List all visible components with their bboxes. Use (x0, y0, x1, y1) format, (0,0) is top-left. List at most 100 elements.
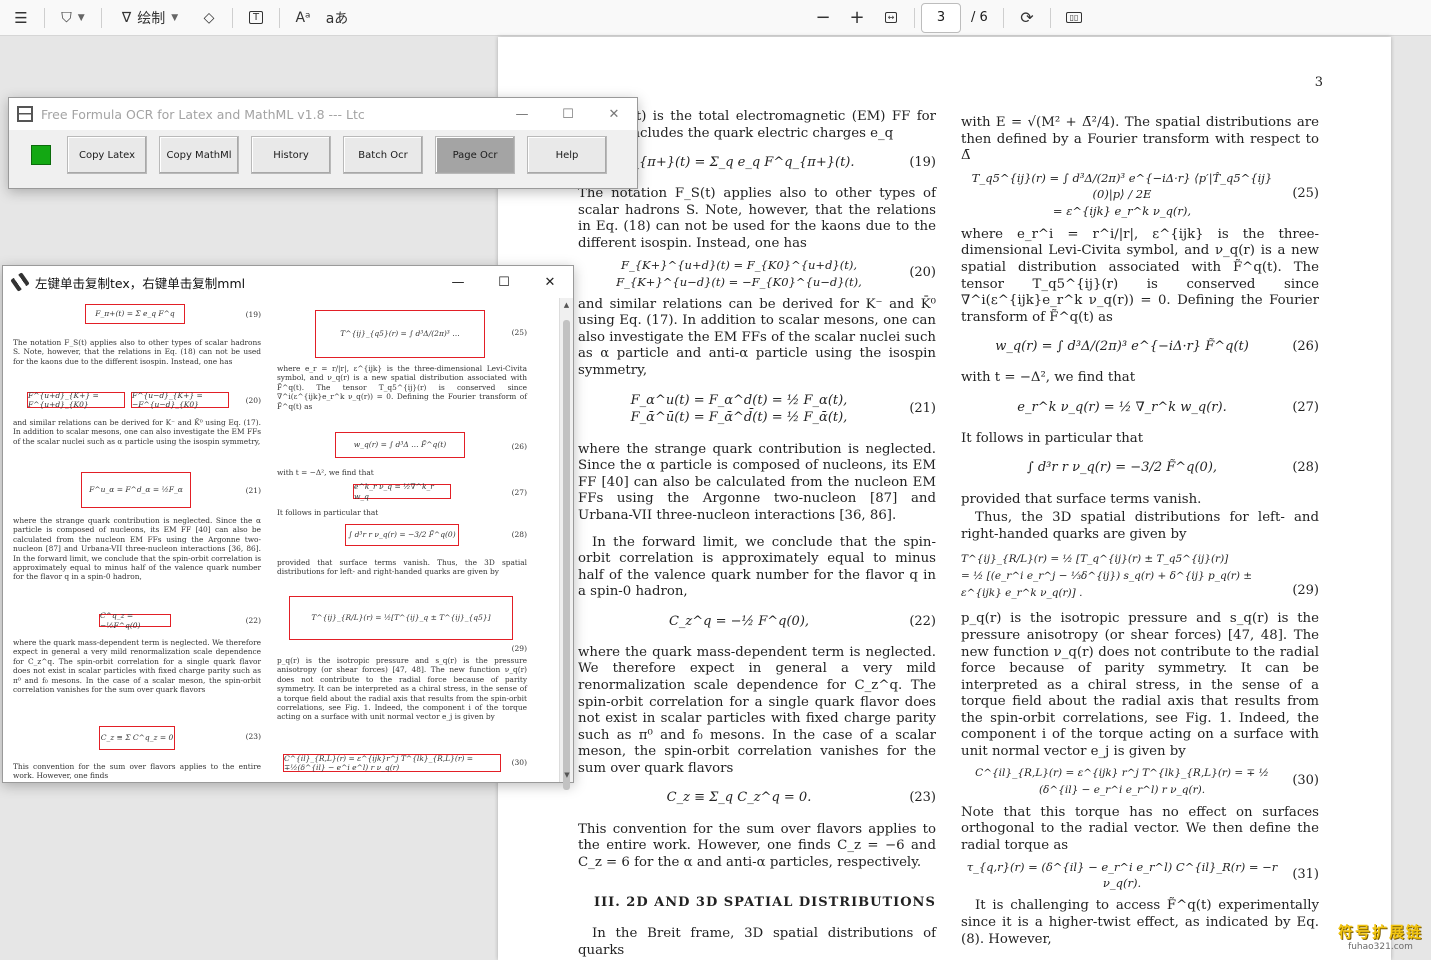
ocr-window-titlebar[interactable]: Free Formula OCR for Latex and MathML v1… (9, 98, 637, 130)
equation-number: (31) (1292, 867, 1319, 883)
equation-line: F_ᾱ^ū(t) = F_ᾱ^d̄(t) = ½ F_ᾱ(t), (630, 409, 848, 425)
zoom-in-button[interactable]: + (840, 4, 874, 32)
zoom-out-button[interactable]: − (806, 4, 840, 32)
app-icon (17, 106, 33, 122)
paragraph: Note that this torque has no effect on s… (961, 804, 1319, 853)
minus-icon: − (815, 7, 831, 28)
equation-28: ∫ d³r r ν_q(r) = −3/2 F̃^q(0), (28) (961, 458, 1319, 480)
color-swatch[interactable] (31, 145, 51, 165)
equation-number: (20) (909, 265, 936, 281)
draw-button[interactable]: ∇ 绘制 ▼ (108, 4, 192, 32)
formula-box[interactable]: ∫ d³r r ν_q(r) = −3/2 F̃^q(0) (345, 524, 459, 546)
preview-paragraph: p_q(r) is the isotropic pressure and s_q… (277, 656, 527, 722)
formula-box[interactable]: C^{il}_{R,L}(r) = ε^{ijk}r^j T^{lk}_{R,L… (283, 754, 501, 772)
highlight-button[interactable]: ⛉ ▼ (51, 4, 95, 32)
preview-paragraph: where e_r = r/|r|, ε^{ijk} is the three-… (277, 364, 527, 411)
help-button[interactable]: Help (527, 136, 607, 174)
equation-number: (22) (245, 616, 261, 625)
equation-line: = ½ [(e_r^i e_r^j − ⅓δ^{ij}) s_q(r) + δ^… (961, 570, 1253, 599)
page-total: / 6 (971, 10, 988, 25)
page-view-button[interactable]: ▯▯ (1057, 4, 1091, 32)
scroll-up-icon[interactable]: ▲ (560, 298, 573, 312)
formula-box[interactable]: F^u_α = F^d_α = ½F_α (81, 472, 191, 508)
page-right-column: with E = √(M² + Δ̄²/4). The spatial dist… (961, 115, 1319, 958)
close-button[interactable]: ✕ (527, 266, 573, 298)
equation-number: (23) (245, 732, 261, 741)
result-scrollbar[interactable]: ▲ ▼ (559, 298, 574, 790)
toolbar-divider (101, 7, 102, 28)
rotate-button[interactable]: ⟳ (1010, 4, 1044, 32)
eraser-button[interactable]: ◇ (192, 4, 226, 32)
minimize-button[interactable]: — (499, 98, 545, 130)
text-box-button[interactable]: T (239, 4, 273, 32)
equation-27: e_r^k ν_q(r) = ½ ∇_r^k w_q(r). (27) (961, 397, 1319, 419)
formula-box[interactable]: w_q(r) = ∫ d³Δ … F̃^q(t) (335, 432, 465, 458)
paragraph: where the strange quark contribution is … (578, 441, 936, 523)
equation-25: T_q5^{ij}(r) = ∫ d³Δ/(2π)³ e^{−iΔ·r} ⟨p′… (961, 171, 1319, 218)
close-icon: ✕ (544, 274, 556, 290)
formula-box[interactable]: F^{u−d}_{K+} = −F^{u−d}_{K0} (131, 391, 229, 409)
scroll-down-icon[interactable]: ▼ (560, 768, 574, 782)
formula-box[interactable]: T^{ij}_{R/L}(r) = ½[T^{ij}_q ± T^{ij}_{q… (289, 596, 513, 640)
formula-box[interactable]: e^k_r ν_q = ½∇^k_r w_q (353, 482, 451, 501)
page-number: 3 (1314, 75, 1323, 90)
equation-number: (21) (245, 486, 261, 495)
fit-width-icon: ↔ (884, 12, 898, 23)
formula-box[interactable]: C^q_z = −½F^q(0) (99, 611, 171, 630)
two-page-icon: ▯▯ (1065, 12, 1083, 23)
equation-number: (26) (1292, 339, 1319, 355)
page-ocr-button[interactable]: Page Ocr (435, 136, 515, 174)
history-button[interactable]: History (251, 136, 331, 174)
page-number-input[interactable]: 3 (921, 2, 961, 33)
chevron-down-icon: ▼ (171, 12, 179, 23)
fit-width-button[interactable]: ↔ (874, 4, 908, 32)
equation-number: (30) (1292, 773, 1319, 789)
copy-mathml-button[interactable]: Copy MathMl (159, 136, 239, 174)
preview-left-column: F_π+(t) = Σ e_q F^q (19) The notation F_… (13, 302, 261, 782)
draw-icon: ∇ (121, 9, 132, 26)
table-of-contents-button[interactable]: ☰ (4, 4, 38, 32)
maximize-button[interactable]: ☐ (545, 98, 591, 130)
ocr-app-window: Free Formula OCR for Latex and MathML v1… (8, 97, 638, 189)
maximize-button[interactable]: ☐ (481, 266, 527, 298)
translate-button[interactable]: aあ (320, 4, 354, 32)
maximize-icon: ☐ (562, 106, 574, 122)
copy-latex-button[interactable]: Copy Latex (67, 136, 147, 174)
equation-22: C_z^q = −½ F^q(0), (22) (578, 611, 936, 633)
read-aloud-icon: Aᵃ (295, 9, 311, 26)
scrollbar-thumb[interactable] (563, 320, 570, 790)
toolbar-divider (914, 7, 915, 28)
minimize-icon: — (451, 274, 465, 290)
formula-box[interactable]: C_z ≡ Σ C^q_z = 0 (99, 726, 175, 750)
paragraph: where e_r^i = r^i/|r|, ε^{ijk} is the th… (961, 226, 1319, 325)
preview-paragraph: where the quark mass-dependent term is n… (13, 638, 261, 695)
text-box-icon: T (248, 11, 264, 24)
equation-body: ∫ d³r r ν_q(r) = −3/2 F̃^q(0), (1026, 460, 1218, 476)
result-window-titlebar[interactable]: 左键单击复制tex，右键单击复制mml — ☐ ✕ (3, 266, 573, 298)
close-button[interactable]: ✕ (591, 98, 637, 130)
formula-box[interactable]: F^{u+d}_{K+} = F^{u+d}_{K0} (27, 391, 125, 409)
toolbar-divider (232, 7, 233, 28)
paragraph: In the forward limit, we conclude that t… (578, 534, 936, 600)
minimize-button[interactable]: — (435, 266, 481, 298)
equation-number: (29) (511, 644, 527, 653)
preview-paragraph: It follows in particular that (277, 508, 379, 517)
toolbar-divider (279, 7, 280, 28)
paragraph: and similar relations can be derived for… (578, 296, 936, 378)
formula-box[interactable]: T^{ij}_{q5}(r) = ∫ d³Δ/(2π)³ … (315, 310, 485, 358)
preview-paragraph: and similar relations can be derived for… (13, 418, 261, 446)
formula-box[interactable]: F_π+(t) = Σ e_q F^q (85, 304, 185, 324)
highlighter-icon: ⛉ (61, 9, 72, 26)
read-aloud-button[interactable]: Aᵃ (286, 4, 320, 32)
paragraph: It follows in particular that (961, 430, 1144, 446)
equation-number: (22) (909, 613, 936, 629)
paragraph: provided that surface terms vanish. (961, 491, 1202, 507)
batch-ocr-button[interactable]: Batch Ocr (343, 136, 423, 174)
result-preview: F_π+(t) = Σ e_q F^q (19) The notation F_… (3, 298, 559, 782)
equation-21: F_α^u(t) = F_α^d(t) = ½ F_α(t), F_ᾱ^ū(t)… (578, 390, 936, 430)
equation-30: C^{il}_{R,L}(r) = ε^{ijk} r^j T^{lk}_{R,… (961, 767, 1319, 796)
equation-20: F_{K+}^{u+d}(t) = F_{K0}^{u+d}(t), F_{K+… (578, 258, 936, 289)
plus-icon: + (849, 7, 865, 28)
equation-31: τ_{q,r}(r) = (δ^{il} − e_r^i e_r^l) C^{i… (961, 860, 1319, 891)
list-icon: ☰ (14, 8, 28, 27)
